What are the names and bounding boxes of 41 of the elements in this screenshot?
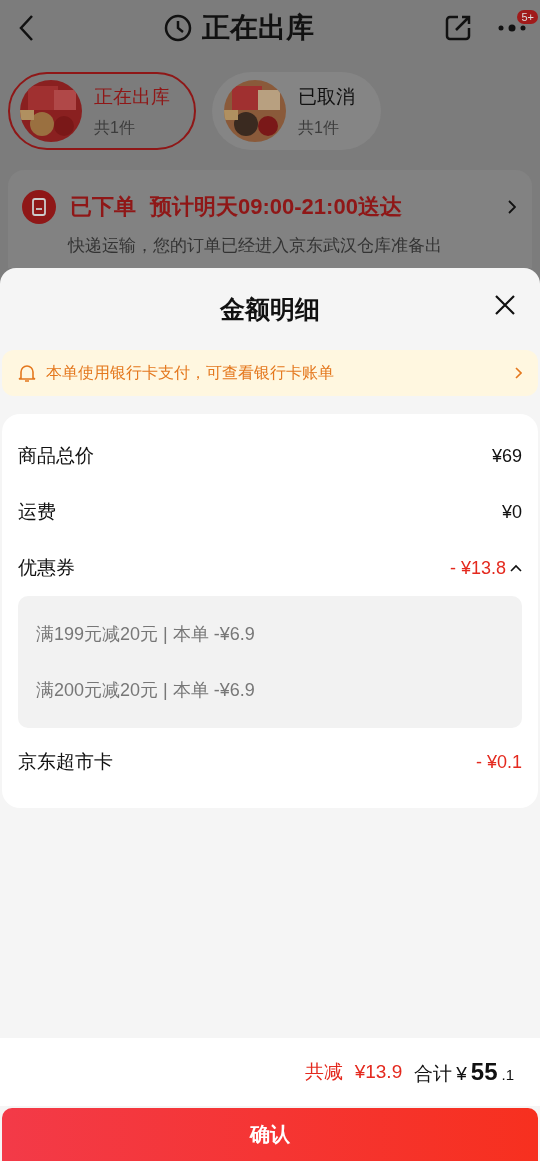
chevron-right-icon [515,367,522,379]
price-label: 京东超市卡 [18,750,113,774]
price-label: 商品总价 [18,444,94,468]
package-tab[interactable]: 正在出库 共1件 [8,72,196,150]
clock-icon [164,14,192,42]
price-label: 运费 [18,500,56,524]
price-label: 优惠券 [18,556,75,580]
package-count: 共1件 [94,117,136,138]
chevron-right-icon[interactable] [508,200,516,214]
order-status: 已下单 [70,193,136,221]
package-tab[interactable]: 已取消 共1件 [212,72,381,150]
package-count: 共1件 [298,117,340,138]
total-decimal: .1 [501,1065,514,1083]
more-icon[interactable] [498,24,526,32]
package-status: 已取消 [298,84,355,109]
price-value: ¥69 [491,445,522,467]
sheet-title: 金额明细 [220,293,320,325]
page-title: 正在出库 [202,11,314,45]
payment-notice[interactable]: 本单使用银行卡支付，可查看银行卡账单 [2,350,538,396]
total-integer: 55 [470,1057,498,1086]
price-value: ¥0 [501,501,522,523]
caret-up-icon[interactable] [510,564,522,572]
bell-icon [18,363,36,383]
package-status: 正在出库 [94,84,170,109]
close-button[interactable] [494,294,516,316]
share-icon[interactable] [444,14,472,42]
price-value: - ¥0.1 [475,751,522,773]
coupon-detail: 满200元减20元 | 本单 -¥6.9 [36,679,256,702]
coupon-detail: 满199元减20元 | 本单 -¥6.9 [36,623,256,646]
confirm-button[interactable]: 确认 [2,1108,538,1161]
saved-amount: ¥13.9 [354,1061,403,1083]
notification-badge: 5+ [517,10,538,24]
shipping-detail: 快递运输，您的订单已经进入京东武汉仓库准备出 [68,235,443,257]
currency-sign: ¥ [456,1062,467,1085]
total-label: 合计 [414,1061,453,1086]
receipt-icon [22,190,56,224]
saved-label: 共减 [304,1060,343,1084]
notice-text: 本单使用银行卡支付，可查看银行卡账单 [46,362,335,383]
price-value: - ¥13.8 [449,557,506,579]
back-icon[interactable] [18,14,34,42]
delivery-eta: 预计明天09:00-21:00送达 [150,193,403,221]
